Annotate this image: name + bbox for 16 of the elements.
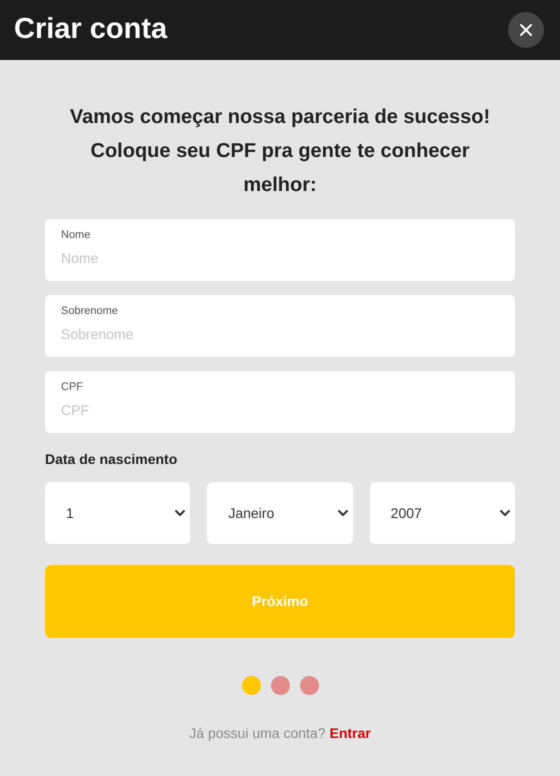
intro-text: Vamos começar nossa parceria de sucesso! Coloque seu CPF pra gente te conhecer melhor:: [68, 105, 492, 198]
window-title: Criar conta: [14, 12, 168, 48]
dropdown-select[interactable]: Janeiro: [207, 482, 353, 544]
field-label: CPF: [61, 380, 83, 395]
chevron-down-icon: [498, 509, 511, 517]
dropdown-select[interactable]: 2007: [370, 482, 515, 544]
footer-text: Já possui uma conta?: [189, 724, 326, 743]
field-label: Sobrenome: [61, 304, 118, 319]
chevron-down-icon: [174, 509, 186, 517]
chevron-down-icon: [336, 509, 349, 517]
birth-date-label: Data de nascimento: [45, 450, 178, 469]
close-button[interactable]: [508, 12, 544, 48]
dropdown-select[interactable]: 1: [45, 482, 190, 544]
field-label: Nome: [61, 228, 90, 243]
login-link[interactable]: Entrar: [329, 723, 371, 744]
close-icon: [519, 23, 533, 37]
